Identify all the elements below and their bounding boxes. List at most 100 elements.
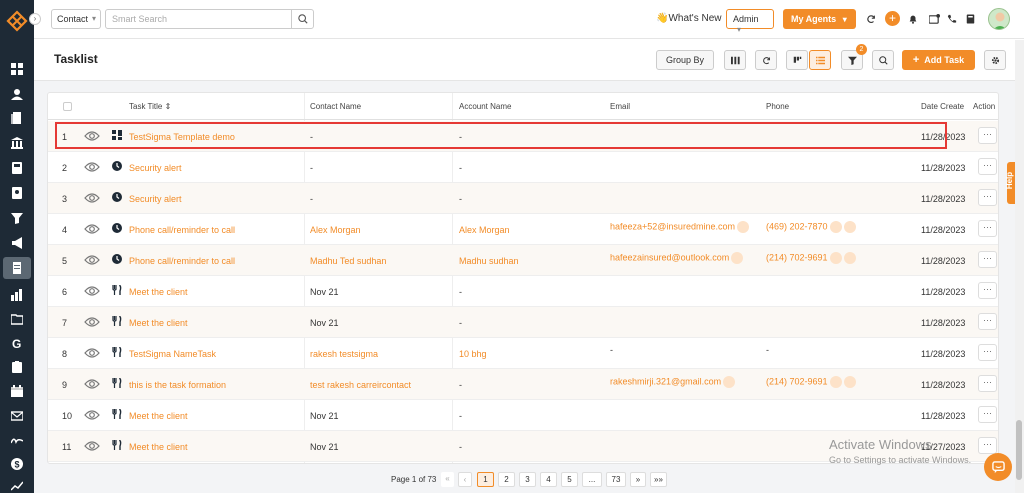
eye-icon[interactable]	[84, 316, 100, 328]
task-title-link[interactable]: Security alert	[129, 194, 182, 204]
column-header-phone[interactable]: Phone	[766, 102, 789, 111]
row-action-button[interactable]: ···	[978, 437, 997, 454]
prev-page-button[interactable]: ‹	[458, 472, 472, 487]
sms-icon[interactable]	[829, 376, 842, 388]
eye-icon[interactable]	[84, 409, 100, 421]
page-1-button[interactable]: 1	[477, 472, 494, 487]
task-title-link[interactable]: TestSigma NameTask	[129, 349, 216, 359]
table-row[interactable]: 8 TestSigma NameTask rakesh testsigma 10 bh…	[48, 338, 998, 369]
last-page-button[interactable]: »»	[650, 472, 667, 487]
column-header-email[interactable]: Email	[610, 102, 630, 111]
tasks-icon[interactable]	[3, 257, 31, 279]
app-logo[interactable]	[6, 10, 28, 32]
page-2-button[interactable]: 2	[498, 472, 515, 487]
kanban-view-button[interactable]	[786, 50, 808, 70]
documents-icon[interactable]	[9, 110, 25, 126]
row-action-button[interactable]: ···	[978, 313, 997, 330]
contact-card-icon[interactable]	[9, 185, 25, 201]
phone-cell[interactable]: (214) 702-9691	[766, 252, 856, 264]
avatar[interactable]	[988, 8, 1010, 30]
bank-icon[interactable]	[9, 135, 25, 151]
table-row[interactable]: 9 this is the task formation test rakesh c…	[48, 369, 998, 400]
admin-select[interactable]: Admin ▾	[726, 9, 774, 34]
table-row[interactable]: 2 Security alert - - 11/28/2023 ···	[48, 152, 998, 183]
contacts-icon[interactable]	[9, 86, 25, 102]
select-all-checkbox[interactable]	[63, 102, 72, 111]
task-title-link[interactable]: Security alert	[129, 163, 182, 173]
clipboard-icon[interactable]	[9, 359, 25, 375]
eye-icon[interactable]	[84, 378, 100, 390]
scrollbar[interactable]	[1015, 40, 1024, 493]
chat-button[interactable]	[984, 453, 1012, 481]
row-action-button[interactable]: ···	[978, 189, 997, 206]
megaphone-icon[interactable]	[9, 235, 25, 251]
list-view-button[interactable]	[809, 50, 831, 70]
id-card-icon[interactable]	[927, 12, 941, 26]
account-name-cell[interactable]: Madhu sudhan	[459, 256, 519, 266]
folder-icon[interactable]	[9, 311, 25, 327]
add-task-button[interactable]: + Add Task	[902, 50, 975, 70]
funnel-icon[interactable]	[9, 210, 25, 226]
column-header-account-name[interactable]: Account Name	[459, 102, 511, 111]
mail-icon[interactable]	[9, 408, 25, 424]
refresh-icon[interactable]	[864, 12, 878, 26]
task-title-link[interactable]: Meet the client	[129, 442, 188, 452]
eye-icon[interactable]	[84, 161, 100, 173]
column-header-date-create[interactable]: Date Create	[921, 102, 964, 111]
bell-icon[interactable]	[906, 12, 920, 26]
calculator-icon[interactable]	[963, 12, 977, 26]
row-action-button[interactable]: ···	[978, 220, 997, 237]
page-3-button[interactable]: 3	[519, 472, 536, 487]
table-row[interactable]: 6 Meet the client Nov 21 - 11/28/2023 ···	[48, 276, 998, 307]
whats-new-link[interactable]: 👋What's New	[656, 13, 721, 24]
eye-icon[interactable]	[84, 192, 100, 204]
dashboard-icon[interactable]	[9, 61, 25, 77]
task-title-link[interactable]: Meet the client	[129, 318, 188, 328]
sms-icon[interactable]	[829, 221, 842, 233]
table-row[interactable]: 7 Meet the client Nov 21 - 11/28/2023 ···	[48, 307, 998, 338]
search-scope-select[interactable]: Contact ▾	[51, 9, 101, 29]
first-page-button[interactable]: «	[441, 472, 454, 487]
sidebar-toggle-button[interactable]: ›	[29, 13, 41, 25]
task-title-link[interactable]: Meet the client	[129, 411, 188, 421]
row-action-button[interactable]: ···	[978, 251, 997, 268]
email-cell[interactable]: hafeezainsured@outlook.com	[610, 252, 744, 264]
sms-icon[interactable]	[829, 252, 842, 264]
row-action-button[interactable]: ···	[978, 127, 997, 144]
refresh-button[interactable]	[755, 50, 777, 70]
email-icon[interactable]	[723, 376, 736, 388]
calendar-icon[interactable]	[9, 383, 25, 399]
row-action-button[interactable]: ···	[978, 158, 997, 175]
row-action-button[interactable]: ···	[978, 282, 997, 299]
group-by-button[interactable]: Group By	[656, 50, 714, 70]
quick-add-button[interactable]: +	[885, 11, 900, 26]
email-cell[interactable]: hafeeza+52@insuredmine.com	[610, 221, 749, 233]
calculator-icon[interactable]	[9, 160, 25, 176]
row-action-button[interactable]: ···	[978, 344, 997, 361]
eye-icon[interactable]	[84, 285, 100, 297]
account-name-cell[interactable]: 10 bhg	[459, 349, 487, 359]
page-4-button[interactable]: 4	[540, 472, 557, 487]
page-last-number-button[interactable]: 73	[606, 472, 626, 487]
eye-icon[interactable]	[84, 347, 100, 359]
phone-icon[interactable]	[843, 376, 856, 388]
email-icon[interactable]	[736, 221, 749, 233]
row-action-button[interactable]: ···	[978, 406, 997, 423]
task-title-link[interactable]: Phone call/reminder to call	[129, 256, 235, 266]
eye-icon[interactable]	[84, 223, 100, 235]
contact-name-cell[interactable]: Alex Morgan	[310, 225, 361, 235]
table-row[interactable]: 3 Security alert - - 11/28/2023 ···	[48, 183, 998, 214]
task-title-link[interactable]: Meet the client	[129, 287, 188, 297]
search-button[interactable]	[291, 9, 314, 29]
table-row[interactable]: 10 Meet the client Nov 21 - 11/28/2023 ···	[48, 400, 998, 431]
columns-button[interactable]	[724, 50, 746, 70]
email-cell[interactable]: rakeshmirji.321@gmail.com	[610, 376, 736, 388]
eye-icon[interactable]	[84, 440, 100, 452]
contact-name-cell[interactable]: rakesh testsigma	[310, 349, 378, 359]
signature-icon[interactable]	[9, 432, 25, 448]
row-action-button[interactable]: ···	[978, 375, 997, 392]
table-row[interactable]: 5 Phone call/reminder to call Madhu Ted su…	[48, 245, 998, 276]
settings-button[interactable]	[984, 50, 1006, 70]
search-input[interactable]: Smart Search	[105, 9, 292, 29]
scrollbar-thumb[interactable]	[1016, 420, 1022, 480]
